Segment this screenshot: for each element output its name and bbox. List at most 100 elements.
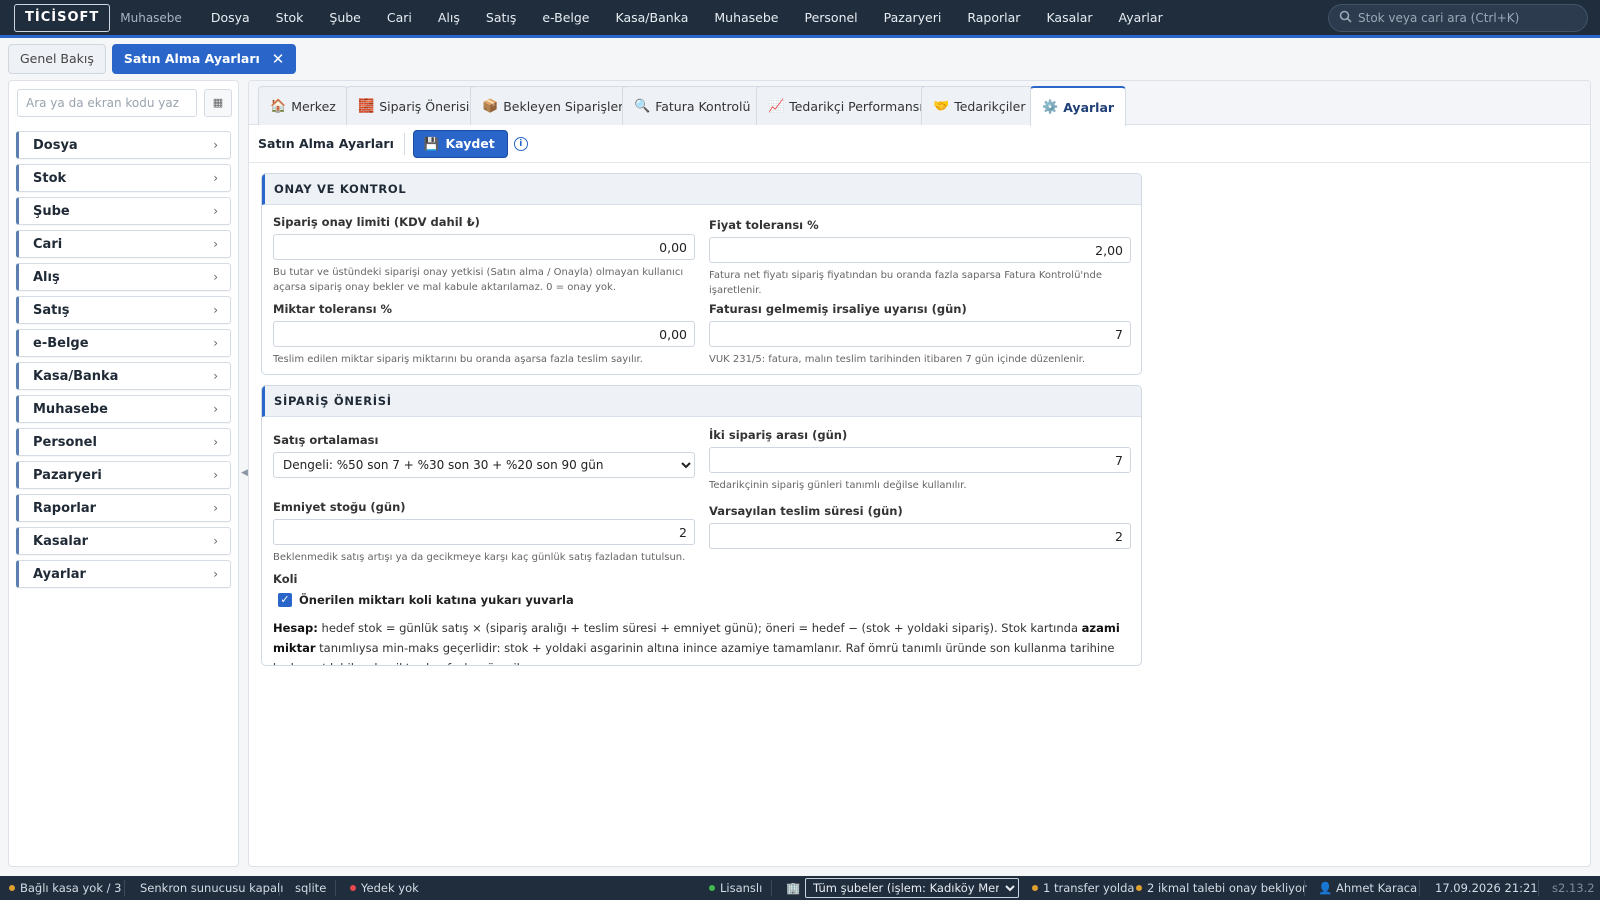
- sidebar-item-ayarlar[interactable]: Ayarlar ›: [16, 560, 231, 588]
- sidebar-item-dosya[interactable]: Dosya ›: [16, 131, 231, 159]
- topmenu-personel[interactable]: Personel: [791, 10, 870, 25]
- order-interval-hint: Tedarikçinin sipariş günleri tanımlı değ…: [709, 480, 967, 491]
- topmenu-ebelge[interactable]: e-Belge: [529, 10, 602, 25]
- tab-satin-alma-ayarlari[interactable]: Satın Alma Ayarları ✕: [111, 44, 297, 74]
- warning-dot-icon: [1032, 885, 1038, 891]
- chart-icon: 📈: [768, 98, 785, 114]
- sidebar-item-stok[interactable]: Stok ›: [16, 164, 231, 192]
- sales-average-select[interactable]: Dengeli: %50 son 7 + %30 son 30 + %20 so…: [273, 452, 695, 478]
- topmenu-stok[interactable]: Stok: [263, 10, 317, 25]
- sidebar-item-sube[interactable]: Şube ›: [16, 197, 231, 225]
- transfer-status-text: 1 transfer yolda: [1043, 881, 1135, 895]
- waybill-warning-input[interactable]: [709, 321, 1131, 347]
- tab-label: Merkez: [291, 98, 336, 114]
- topmenu-alis[interactable]: Alış: [425, 10, 473, 25]
- sync-status: Senkron sunucusu kapalı: [140, 881, 284, 895]
- topmenu-kasalar[interactable]: Kasalar: [1033, 10, 1105, 25]
- tab-label: Sipariş Önerisi: [379, 98, 470, 114]
- warning-dot-icon: [1136, 885, 1142, 891]
- save-button[interactable]: 💾 Kaydet: [412, 129, 508, 158]
- info-icon[interactable]: i: [513, 136, 528, 151]
- transfer-status[interactable]: 1 transfer yolda: [1032, 876, 1134, 900]
- save-button-label: Kaydet: [445, 136, 495, 151]
- order-interval-field: İki sipariş arası (gün) Tedarikçinin sip…: [709, 428, 1131, 493]
- sidebar-item-muhasebe[interactable]: Muhasebe ›: [16, 395, 231, 423]
- sidebar-item-alis[interactable]: Alış ›: [16, 263, 231, 291]
- error-dot-icon: [350, 885, 356, 891]
- tab-label: Satın Alma Ayarları: [123, 51, 260, 66]
- sidebar-item-pazaryeri[interactable]: Pazaryeri ›: [16, 461, 231, 489]
- waybill-warning-label: Faturası gelmemiş irsaliye uyarısı (gün): [709, 302, 967, 316]
- tab-tedarikci-performansi[interactable]: 📈 Tedarikçi Performansı: [756, 86, 935, 125]
- branch-select[interactable]: Tüm şubeler (işlem: Kadıköy Merkez): [805, 878, 1019, 898]
- topmenu-dosya[interactable]: Dosya: [198, 10, 263, 25]
- order-limit-input[interactable]: [273, 234, 695, 260]
- bricks-icon: 🧱: [358, 98, 375, 114]
- sidebar-search-input[interactable]: [17, 89, 197, 117]
- price-tolerance-input[interactable]: [709, 237, 1131, 263]
- tab-bekleyen-siparisler[interactable]: 📦 Bekleyen Siparişler: [470, 86, 636, 125]
- topmenu-muhasebe[interactable]: Muhasebe: [701, 10, 791, 25]
- close-icon[interactable]: ✕: [272, 45, 285, 73]
- sidebar-item-kasa-banka[interactable]: Kasa/Banka ›: [16, 362, 231, 390]
- order-interval-input[interactable]: [709, 447, 1131, 473]
- status-divider: [1419, 880, 1420, 896]
- app-logo[interactable]: TİCİSOFT: [14, 3, 111, 32]
- sidebar-item-label: Kasalar: [33, 533, 88, 549]
- gear-icon: ⚙️: [1042, 99, 1059, 115]
- sidebar-collapse-handle[interactable]: ◀: [241, 468, 248, 478]
- sidebar-item-label: Kasa/Banka: [33, 368, 119, 384]
- backup-status-text: Yedek yok: [361, 881, 419, 895]
- status-divider: [771, 880, 772, 896]
- waybill-warning-hint: VUK 231/5: fatura, malın teslim tarihind…: [709, 354, 1086, 365]
- checkmark-icon[interactable]: ✓: [278, 593, 292, 607]
- qty-tolerance-label: Miktar toleransı %: [273, 302, 393, 316]
- topmenu-cari[interactable]: Cari: [374, 10, 425, 25]
- chevron-right-icon: ›: [213, 534, 218, 548]
- list-toggle-button[interactable]: ▦: [204, 89, 232, 117]
- order-limit-field: Sipariş onay limiti (KDV dahil ₺) Bu tut…: [273, 215, 695, 295]
- sidebar-item-label: e-Belge: [33, 335, 89, 351]
- tab-genel-bakis[interactable]: Genel Bakış: [8, 44, 106, 74]
- user-status[interactable]: 👤 Ahmet Karaca: [1318, 876, 1417, 900]
- chevron-right-icon: ›: [213, 402, 218, 416]
- tab-fatura-kontrolu[interactable]: 🔍 Fatura Kontrolü: [622, 86, 763, 125]
- note-text: tanımlıysa min-maks geçerlidir: stok + y…: [273, 641, 1115, 665]
- sidebar-item-satis[interactable]: Satış ›: [16, 296, 231, 324]
- tab-merkez[interactable]: 🏠 Merkez: [258, 86, 348, 125]
- sidebar-item-kasalar[interactable]: Kasalar ›: [16, 527, 231, 555]
- status-divider: [124, 880, 125, 896]
- status-divider: [1304, 880, 1305, 896]
- koli-round-checkbox[interactable]: ✓ Önerilen miktarı koli katına yukarı yu…: [278, 593, 574, 607]
- sidebar-item-ebelge[interactable]: e-Belge ›: [16, 329, 231, 357]
- topmenu-kasa-banka[interactable]: Kasa/Banka: [603, 10, 702, 25]
- chevron-right-icon: ›: [213, 171, 218, 185]
- qty-tolerance-input[interactable]: [273, 321, 695, 347]
- topmenu-raporlar[interactable]: Raporlar: [954, 10, 1033, 25]
- sidebar-item-cari[interactable]: Cari ›: [16, 230, 231, 258]
- global-search-input[interactable]: [1358, 11, 1578, 25]
- global-search[interactable]: [1328, 4, 1588, 32]
- tab-tedarikciler[interactable]: 🤝 Tedarikçiler: [921, 86, 1038, 125]
- topmenu-sube[interactable]: Şube: [316, 10, 373, 25]
- lead-time-input[interactable]: [709, 523, 1131, 549]
- topmenu-satis[interactable]: Satış: [473, 10, 529, 25]
- safety-stock-input[interactable]: [273, 519, 695, 545]
- lead-time-label: Varsayılan teslim süresi (gün): [709, 504, 903, 518]
- qty-tolerance-hint: Teslim edilen miktar sipariş miktarını b…: [273, 354, 643, 365]
- cash-status: Bağlı kasa yok / 3: [9, 876, 121, 900]
- sidebar-item-label: Dosya: [33, 137, 78, 153]
- sidebar-item-personel[interactable]: Personel ›: [16, 428, 231, 456]
- supply-status[interactable]: 2 ikmal talebi onay bekliyor: [1136, 876, 1307, 900]
- topmenu-ayarlar[interactable]: Ayarlar: [1106, 10, 1176, 25]
- topmenu-pazaryeri[interactable]: Pazaryeri: [871, 10, 955, 25]
- user-name: Ahmet Karaca: [1335, 881, 1418, 895]
- module-tabs: 🏠 Merkez 🧱 Sipariş Önerisi 📦 Bekleyen Sipar…: [249, 81, 1590, 126]
- module-name: Muhasebe: [120, 10, 182, 25]
- tab-ayarlar[interactable]: ⚙️ Ayarlar: [1030, 86, 1127, 126]
- tab-label: Fatura Kontrolü: [655, 98, 751, 114]
- tab-siparis-onerisi[interactable]: 🧱 Sipariş Önerisi: [346, 86, 482, 125]
- chevron-right-icon: ›: [213, 567, 218, 581]
- backup-status: Yedek yok: [350, 876, 419, 900]
- sidebar-item-raporlar[interactable]: Raporlar ›: [16, 494, 231, 522]
